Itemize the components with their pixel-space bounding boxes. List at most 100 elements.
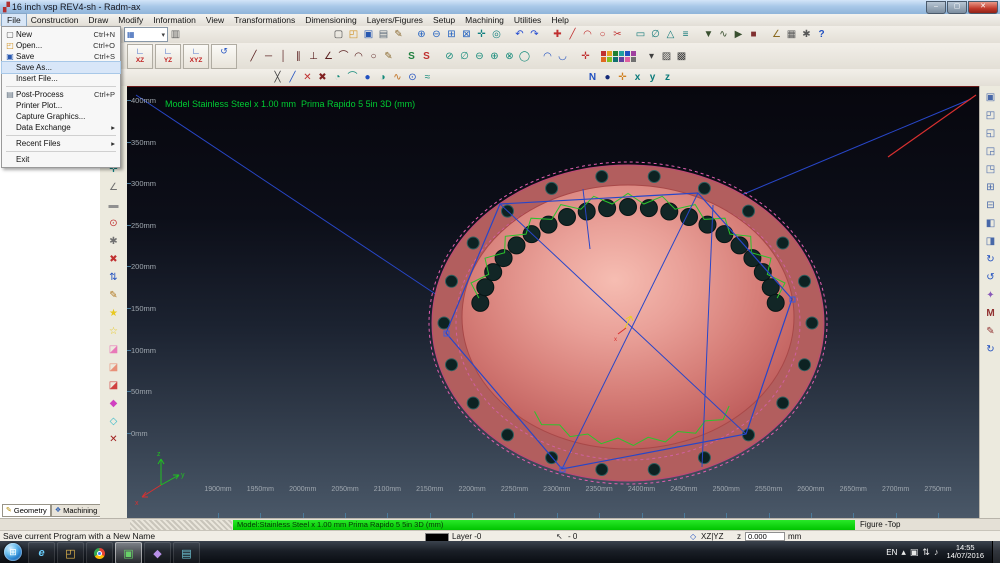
app-purple-icon[interactable]: ◆ bbox=[144, 542, 171, 563]
rotate-cw-icon[interactable]: ↻ bbox=[983, 252, 999, 268]
snap-intersection-icon[interactable]: ╳ bbox=[270, 70, 285, 85]
file-menu-item-capture-graphics[interactable]: Capture Graphics... bbox=[2, 111, 120, 122]
cross-marker-icon[interactable]: ✛ bbox=[578, 49, 593, 64]
ellipse-full-icon[interactable]: ⊘ bbox=[442, 49, 457, 64]
taskbar-clock[interactable]: 14:55 14/07/2016 bbox=[942, 544, 988, 561]
language-indicator[interactable]: EN bbox=[886, 548, 897, 557]
new-file-icon[interactable]: ▢ bbox=[331, 27, 346, 42]
point-icon[interactable]: ✚ bbox=[550, 27, 565, 42]
view-button-yz[interactable]: ∟YZ bbox=[155, 44, 181, 69]
line-icon[interactable]: ╱ bbox=[565, 27, 580, 42]
help-icon[interactable]: ? bbox=[814, 27, 829, 42]
file-menu-item-save[interactable]: ▣SaveCtrl+S bbox=[2, 51, 120, 62]
tool-icon[interactable]: ▼ bbox=[701, 27, 716, 42]
eraser-salmon-icon[interactable]: ◪ bbox=[106, 360, 122, 376]
pencil-icon[interactable]: ✎ bbox=[381, 49, 396, 64]
file-menu-item-new[interactable]: ▢NewCtrl+N bbox=[2, 29, 120, 40]
file-menu-item-open[interactable]: ◰Open...Ctrl+O bbox=[2, 40, 120, 51]
menu-transformations[interactable]: Transformations bbox=[229, 14, 300, 26]
close-button[interactable]: ✕ bbox=[968, 1, 998, 14]
angle-line-icon[interactable]: ∠ bbox=[321, 49, 336, 64]
chrome-icon[interactable] bbox=[86, 542, 113, 563]
start-button[interactable]: ⊞ bbox=[4, 543, 22, 561]
tangent-arc-icon[interactable]: ◠ bbox=[351, 49, 366, 64]
maximize-button[interactable]: ▢ bbox=[947, 1, 967, 14]
menu-construction[interactable]: Construction bbox=[26, 14, 84, 26]
circle-large-icon[interactable]: ◯ bbox=[517, 49, 532, 64]
center-point-icon[interactable]: ⊙ bbox=[405, 70, 420, 85]
settings-icon[interactable]: ✱ bbox=[106, 234, 122, 250]
menu-modify[interactable]: Modify bbox=[113, 14, 148, 26]
center-snap-icon[interactable]: ⊙ bbox=[106, 216, 122, 232]
sketch-line-icon[interactable]: ╱ bbox=[246, 49, 261, 64]
move-icon[interactable]: ⇅ bbox=[106, 270, 122, 286]
view-side-icon[interactable]: ◲ bbox=[983, 144, 999, 160]
pattern-dropdown-icon[interactable]: ▾ bbox=[644, 49, 659, 64]
circle-icon[interactable]: ○ bbox=[595, 27, 610, 42]
circle-tool-icon[interactable]: ○ bbox=[366, 49, 381, 64]
file-menu-item-post-process[interactable]: ▤Post-ProcessCtrl+P bbox=[2, 89, 120, 100]
arc-segment-icon[interactable]: ◔ bbox=[330, 70, 345, 85]
edit-view-icon[interactable]: ✎ bbox=[983, 324, 999, 340]
ruler-icon[interactable]: ▬ bbox=[106, 198, 122, 214]
view-iso-icon[interactable]: ▣ bbox=[983, 90, 999, 106]
workplane-combo[interactable]: ▦ ▾ bbox=[124, 27, 168, 42]
ellipse-open-icon[interactable]: ∅ bbox=[457, 49, 472, 64]
polygon-icon[interactable]: △ bbox=[663, 27, 678, 42]
layer-filter-icon[interactable]: ▥ bbox=[168, 27, 183, 42]
color-palette[interactable] bbox=[601, 51, 636, 62]
menu-information[interactable]: Information bbox=[148, 14, 201, 26]
stop-icon[interactable]: ■ bbox=[746, 27, 761, 42]
edit-icon[interactable]: ✎ bbox=[106, 288, 122, 304]
axis-origin-icon[interactable]: ✛ bbox=[615, 70, 630, 85]
rotate-ccw-icon[interactable]: ↺ bbox=[983, 270, 999, 286]
view-top-icon[interactable]: ◰ bbox=[983, 108, 999, 124]
smooth-icon[interactable]: ≈ bbox=[420, 70, 435, 85]
save-file-icon[interactable]: ▣ bbox=[361, 27, 376, 42]
diamond-magenta-icon[interactable]: ◆ bbox=[106, 396, 122, 412]
zoom-extents-icon[interactable]: ⊠ bbox=[459, 27, 474, 42]
eraser-pink-icon[interactable]: ◪ bbox=[106, 342, 122, 358]
plot-icon[interactable]: ✎ bbox=[391, 27, 406, 42]
refresh-icon[interactable]: ↻ bbox=[983, 342, 999, 358]
ellipse-major-icon[interactable]: ⊕ bbox=[487, 49, 502, 64]
spline-green-icon[interactable]: S bbox=[404, 49, 419, 64]
axis-z-icon[interactable]: z bbox=[660, 70, 675, 85]
undo-icon[interactable]: ↶ bbox=[512, 27, 527, 42]
menu-view[interactable]: View bbox=[201, 14, 229, 26]
menu-help[interactable]: Help bbox=[546, 14, 573, 26]
zoom-window-icon[interactable]: ⊞ bbox=[444, 27, 459, 42]
arc-upper-icon[interactable]: ◠ bbox=[540, 49, 555, 64]
ellipse-rotated-icon[interactable]: ⊗ bbox=[502, 49, 517, 64]
view-button-xyz[interactable]: ∟XYZ bbox=[183, 44, 209, 69]
zoom-out-icon[interactable]: ⊖ bbox=[429, 27, 444, 42]
tab-machining[interactable]: ❖Machining bbox=[51, 504, 101, 517]
show-desktop-button[interactable] bbox=[992, 541, 1000, 563]
ellipse-icon[interactable]: ∅ bbox=[648, 27, 663, 42]
pan-icon[interactable]: ✛ bbox=[474, 27, 489, 42]
view-north-icon[interactable]: N bbox=[585, 70, 600, 85]
open-file-icon[interactable]: ◰ bbox=[346, 27, 361, 42]
split-horizontal-icon[interactable]: ◧ bbox=[983, 216, 999, 232]
arc-chord-icon[interactable]: ⌒ bbox=[345, 70, 360, 85]
action-center-icon[interactable]: ▣ bbox=[910, 547, 919, 558]
rectangle-icon[interactable]: ▭ bbox=[633, 27, 648, 42]
parallel-line-icon[interactable]: ∥ bbox=[291, 49, 306, 64]
minimize-button[interactable]: – bbox=[926, 1, 946, 14]
perpendicular-icon[interactable]: ⊥ bbox=[306, 49, 321, 64]
arc-icon[interactable]: ◠ bbox=[580, 27, 595, 42]
delete-icon[interactable]: ✖ bbox=[106, 252, 122, 268]
simulate-icon[interactable]: ▶ bbox=[731, 27, 746, 42]
options-icon[interactable]: ✱ bbox=[799, 27, 814, 42]
file-menu-item-insert-file[interactable]: Insert File... bbox=[2, 73, 120, 84]
macro-icon[interactable]: M bbox=[983, 306, 999, 322]
highlight-icon[interactable]: ✦ bbox=[983, 288, 999, 304]
menu-draw[interactable]: Draw bbox=[83, 14, 113, 26]
eraser-red-icon[interactable]: ◪ bbox=[106, 378, 122, 394]
network-icon[interactable]: ⇅ bbox=[922, 547, 930, 558]
viewport[interactable]: x z y x 400mm350mm300mm250mm200mm150mm10… bbox=[127, 86, 979, 519]
file-menu-item-exit[interactable]: Exit bbox=[2, 154, 120, 165]
view-front-icon[interactable]: ◱ bbox=[983, 126, 999, 142]
half-shade-icon[interactable]: ◑ bbox=[375, 70, 390, 85]
menu-machining[interactable]: Machining bbox=[460, 14, 509, 26]
